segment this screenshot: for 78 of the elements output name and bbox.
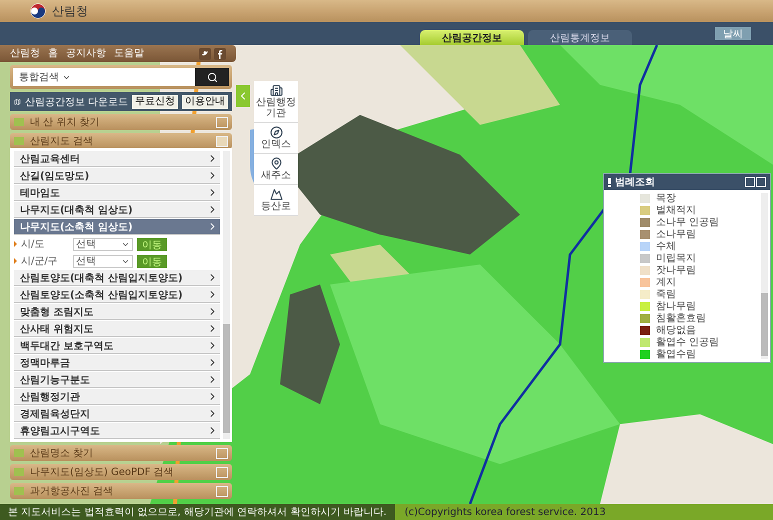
section-header[interactable]: 과거항공사진 검색: [10, 483, 232, 499]
section-header[interactable]: 산림지도 검색: [10, 133, 232, 149]
collapse-icon: [216, 136, 228, 146]
section-icon: [14, 118, 24, 126]
scrollbar[interactable]: [223, 151, 230, 439]
pin-icon: [270, 157, 282, 170]
close-button[interactable]: [756, 177, 766, 187]
select-label: 시/도: [21, 238, 46, 251]
nav-link[interactable]: 산림청: [10, 46, 40, 60]
map-list-item[interactable]: 산림토양도(대축척 산림입지토양도): [14, 270, 220, 286]
region-dropdown[interactable]: 선택: [73, 254, 133, 268]
select-label: 시/군/구: [21, 255, 59, 268]
compass-icon: [270, 126, 282, 139]
legend-label: 활엽수 인공림: [656, 336, 720, 349]
expand-icon: [216, 448, 228, 458]
legend-label: 해당없음: [656, 324, 696, 337]
tab[interactable]: 산림통계정보: [528, 30, 632, 45]
download-label: 산림공간정보 다운로드: [24, 96, 128, 108]
region-dropdown[interactable]: 선택: [73, 238, 133, 250]
minimize-button[interactable]: [745, 177, 755, 187]
map-list-item[interactable]: 나무지도(대축척 임상도): [14, 202, 220, 218]
search-scope-dropdown[interactable]: 통합검색: [13, 68, 195, 86]
legend-label: 죽림: [656, 288, 676, 301]
map-list-item[interactable]: 산림토양도(소축척 산림입지토양도): [14, 287, 220, 303]
map-list-item[interactable]: 산림교육센터: [14, 151, 220, 167]
search-icon: [206, 72, 218, 82]
map-list-item[interactable]: 테마임도: [14, 185, 220, 201]
map-list-item[interactable]: 나무지도(소축척 임상도): [14, 219, 220, 235]
facebook-icon[interactable]: [214, 48, 226, 60]
legend-label: 수체: [656, 240, 676, 253]
map-list-item[interactable]: 산사태 위험지도: [14, 321, 220, 337]
legend-label: 잣나무림: [656, 264, 696, 277]
map-list-item[interactable]: 정맥마루금: [14, 355, 220, 371]
section-icon: [14, 449, 24, 457]
section-header[interactable]: 내 산 위치 찾기: [10, 114, 232, 130]
map-list-item[interactable]: 맞춤형 조림지도: [14, 304, 220, 320]
expand-icon: [216, 486, 228, 496]
map-list-item[interactable]: 산길(임도망도): [14, 168, 220, 184]
nav-link[interactable]: 도움말: [114, 46, 144, 60]
legend-label: 소나무림: [656, 228, 696, 241]
legend-label: 벌채적지: [656, 204, 696, 217]
map-list-item[interactable]: 산림기능구분도: [14, 372, 220, 388]
search-button[interactable]: [195, 68, 229, 86]
legend-label: 소나무 인공림: [656, 216, 720, 229]
legend-label: 참나무림: [656, 300, 696, 313]
legend-label: 침활혼효림: [656, 312, 706, 325]
nav-link[interactable]: 공지사항: [66, 46, 106, 60]
exclamation-icon: [608, 178, 611, 186]
section-icon: [14, 468, 24, 476]
download-bar-button[interactable]: 무료신청: [132, 94, 178, 108]
section-icon: [14, 137, 24, 145]
legend-label: 목장: [656, 192, 676, 205]
legend-label: 미립목지: [656, 252, 696, 265]
copyright-text: (c)Copyrights korea forest service. 2013: [404, 506, 606, 518]
expand-icon: [216, 116, 228, 128]
section-icon: [14, 487, 24, 495]
expand-icon: [216, 466, 228, 478]
bird-icon[interactable]: [199, 48, 211, 60]
mountain-icon: [270, 188, 282, 201]
section-header[interactable]: 산림명소 찾기: [10, 445, 232, 461]
section-header[interactable]: 나무지도(임상도) GeoPDF 검색: [10, 464, 232, 480]
legend-label: 활엽수림: [656, 348, 696, 361]
emblem-icon: [30, 3, 46, 19]
bullet-icon: [14, 258, 17, 264]
download-bar-button[interactable]: 이용안내: [182, 94, 228, 108]
legend-title: 범례조회: [615, 176, 655, 189]
logo-text: 산림청: [52, 2, 88, 20]
legend-label: 계지: [656, 276, 676, 289]
disclaimer-text: 본 지도서비스는 법적효력이 없으므로, 해당기관에 연락하셔서 확인하시기 바랍니다.: [0, 504, 395, 520]
scrollbar[interactable]: [761, 193, 768, 359]
map-list-item[interactable]: 산림행정기관: [14, 389, 220, 405]
tab[interactable]: 산림공간정보: [420, 30, 524, 45]
bullet-icon: [14, 241, 17, 247]
map-list-item[interactable]: 백두대간 보호구역도: [14, 338, 220, 354]
building-icon: [270, 84, 282, 97]
map-list-item[interactable]: 경제림육성단지: [14, 406, 220, 422]
map-list-item[interactable]: 휴양림고시구역도: [14, 423, 220, 439]
nav-link[interactable]: 홈: [48, 46, 58, 60]
